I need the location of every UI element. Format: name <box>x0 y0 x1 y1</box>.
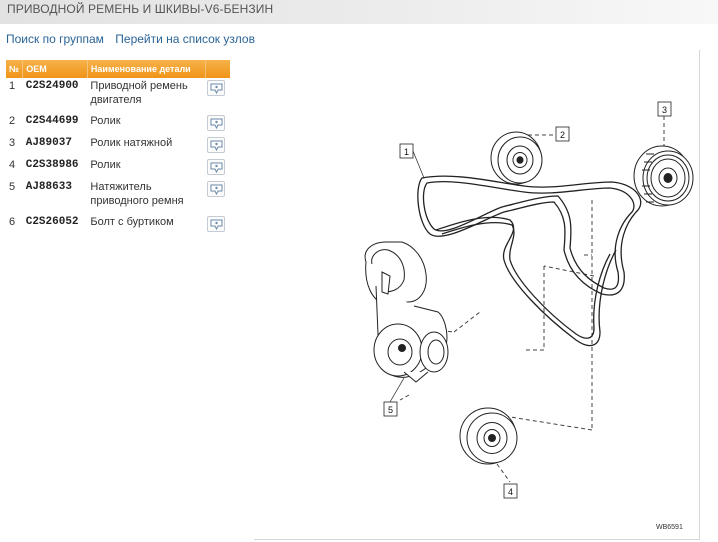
part-oem[interactable]: C2S26052 <box>23 214 88 236</box>
part-name: Ролик <box>90 115 121 127</box>
tag-icon[interactable] <box>206 80 225 96</box>
row-action-cell <box>206 214 230 236</box>
grooved-pulley-3 <box>633 145 694 207</box>
table-row: 1 C2S24900 Приводной ремень двигателя <box>6 78 230 113</box>
row-action-cell <box>206 113 230 135</box>
part-oem[interactable]: C2S44699 <box>23 113 88 135</box>
header-action <box>205 60 230 78</box>
belt-tensioner-5 <box>364 241 449 383</box>
header-num: № <box>6 60 24 78</box>
header-name: Наименование детали <box>87 60 207 78</box>
callout-4: 4 <box>503 483 518 499</box>
parts-table-body: 1 C2S24900 Приводной ремень двигателя 2 C2S4… <box>6 78 230 236</box>
part-name: Ролик натяжной <box>90 137 173 149</box>
part-number: 6 <box>9 216 16 228</box>
callout-3-label: 3 <box>662 105 667 115</box>
nav-links: Поиск по группам Перейти на список узлов <box>6 32 263 46</box>
part-oem[interactable]: C2S24900 <box>23 78 88 113</box>
units-list-link[interactable]: Перейти на список узлов <box>115 32 255 46</box>
part-oem[interactable]: C2S38986 <box>23 157 88 179</box>
tag-icon[interactable] <box>206 216 225 232</box>
callout-1-label: 1 <box>404 147 409 157</box>
table-row: 5 AJ88633 Натяжитель приводного ремня <box>6 179 230 214</box>
tag-icon[interactable] <box>206 159 225 175</box>
callout-1: 1 <box>399 143 425 179</box>
callout-5: 5 <box>383 377 405 417</box>
part-name: Приводной ремень двигателя <box>90 80 188 106</box>
part-name: Ролик <box>90 159 121 171</box>
idler-pulley-4 <box>459 407 518 465</box>
part-number: 5 <box>9 181 16 193</box>
row-action-cell <box>206 135 230 157</box>
callout-3: 3 <box>657 101 672 117</box>
tag-icon[interactable] <box>206 137 225 153</box>
idler-pulley-2 <box>490 131 543 185</box>
diagram-code: WB6591 <box>656 524 683 531</box>
belt-pulley-diagram: 1 2 3 4 5 <box>364 101 694 499</box>
callout-4-label: 4 <box>508 487 513 497</box>
callout-2: 2 <box>555 126 570 142</box>
part-number: 2 <box>9 115 16 127</box>
table-row: 2 C2S44699 Ролик <box>6 113 230 135</box>
tag-icon[interactable] <box>206 115 225 131</box>
row-action-cell <box>206 179 230 214</box>
part-number: 4 <box>9 159 16 171</box>
part-oem[interactable]: AJ88633 <box>23 179 88 214</box>
tag-icon[interactable] <box>206 181 225 197</box>
callout-2-label: 2 <box>560 130 565 140</box>
row-action-cell <box>206 157 230 179</box>
parts-table: № OEM Наименование детали 1 C2S24900 Приво… <box>6 60 230 236</box>
part-number: 1 <box>9 80 16 92</box>
header-oem: OEM <box>22 60 88 78</box>
callout-5-label: 5 <box>388 405 393 415</box>
part-name: Болт с буртиком <box>90 216 174 228</box>
table-row: 4 C2S38986 Ролик <box>6 157 230 179</box>
table-row: 3 AJ89037 Ролик натяжной <box>6 135 230 157</box>
drive-belt <box>417 175 642 347</box>
page-title: ПРИВОДНОЙ РЕМЕНЬ И ШКИВЫ-V6-БЕНЗИН <box>0 0 718 24</box>
search-by-groups-link[interactable]: Поиск по группам <box>6 32 104 46</box>
part-oem[interactable]: AJ89037 <box>23 135 88 157</box>
part-name: Натяжитель приводного ремня <box>90 181 184 207</box>
table-header-row: № OEM Наименование детали <box>6 60 230 78</box>
row-action-cell <box>206 78 230 113</box>
table-row: 6 C2S26052 Болт с буртиком <box>6 214 230 236</box>
part-number: 3 <box>9 137 16 149</box>
